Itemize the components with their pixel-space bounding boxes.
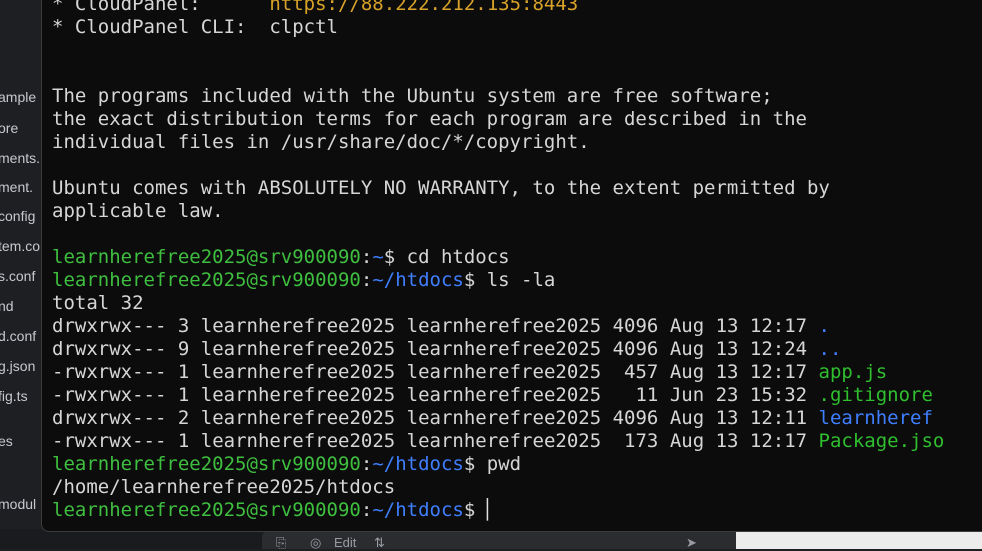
motd-cli-label: * CloudPanel CLI:	[52, 16, 247, 38]
pwd-output: /home/learnherefree2025/htdocs	[52, 476, 396, 498]
ls-entry-name: .	[818, 315, 830, 337]
sidebar-item[interactable]: fig.ts	[0, 388, 28, 404]
sidebar-item[interactable]: ore	[0, 120, 18, 136]
prompt-user: learnherefree2025@srv900090	[52, 453, 361, 475]
command-text: cd htdocs	[406, 246, 510, 268]
ls-entry-name: ..	[818, 338, 842, 360]
ls-row: -rwxrwx--- 1 learnherefree2025 learnhere…	[52, 384, 933, 406]
ls-row: drwxrwx--- 2 learnherefree2025 learnhere…	[52, 407, 933, 429]
motd-warranty-line: applicable law.	[52, 200, 224, 222]
sidebar-item[interactable]: es	[0, 433, 13, 449]
motd-cloudpanel-url: https://88.222.212.135:8443	[269, 0, 579, 15]
ls-entry-name: .gitignore	[818, 384, 933, 406]
text-cursor: ▏	[486, 499, 499, 521]
motd-license-line: individual files in /usr/share/doc/*/cop…	[52, 131, 590, 153]
chat-input-toolbar: ⎘ ◎ Edit ⇅ ➤	[262, 531, 736, 550]
ls-entry-name: learnheref	[818, 407, 933, 429]
prompt-path: ~/htdocs	[372, 453, 464, 475]
ls-row: -rwxrwx--- 1 learnherefree2025 learnhere…	[52, 430, 945, 452]
motd-cli-value: clpctl	[269, 16, 338, 38]
prompt-path: ~/htdocs	[372, 269, 464, 291]
sidebar-item[interactable]: modul	[0, 496, 36, 512]
sidebar-item[interactable]: g.json	[0, 358, 35, 374]
edit-label[interactable]: Edit	[334, 535, 356, 550]
sidebar-item[interactable]: s.conf	[0, 268, 35, 284]
sidebar-item[interactable]: d.conf	[0, 328, 36, 344]
motd-license-line: The programs included with the Ubuntu sy…	[52, 85, 773, 107]
ls-entry-name: Package.jso	[818, 430, 945, 452]
prompt-user: learnherefree2025@srv900090	[52, 269, 361, 291]
prompt-user: learnherefree2025@srv900090	[52, 246, 361, 268]
motd-warranty-line: Ubuntu comes with ABSOLUTELY NO WARRANTY…	[52, 177, 830, 199]
motd-cloudpanel-label: * CloudPanel:	[52, 0, 201, 15]
prompt-user: learnherefree2025@srv900090	[52, 499, 361, 521]
sidebar-item[interactable]: config	[0, 208, 35, 224]
ls-entry-name: app.js	[818, 361, 888, 383]
prompt-path: ~	[372, 246, 384, 268]
right-panel	[736, 529, 982, 549]
sidebar-item[interactable]: ample	[0, 89, 36, 105]
prompt-path: ~/htdocs	[372, 499, 464, 521]
motd-license-line: the exact distribution terms for each pr…	[52, 108, 807, 130]
ls-row: drwxrwx--- 3 learnherefree2025 learnhere…	[52, 315, 830, 337]
ls-total: total 32	[52, 292, 144, 314]
sidebar-item[interactable]: ments.	[0, 150, 40, 166]
sidebar-item[interactable]: ment.	[0, 179, 33, 195]
ls-row: -rwxrwx--- 1 learnherefree2025 learnhere…	[52, 361, 888, 383]
command-text: ls -la	[486, 269, 556, 291]
sidebar-item[interactable]: nd	[0, 298, 14, 314]
terminal-output: * CloudPanel: https://88.222.212.135:844…	[52, 0, 944, 522]
sidebar-item[interactable]: tem.co	[0, 238, 40, 254]
ls-row: drwxrwx--- 9 learnherefree2025 learnhere…	[52, 338, 842, 360]
terminal-window[interactable]: * CloudPanel: https://88.222.212.135:844…	[41, 0, 982, 532]
command-text: pwd	[486, 453, 522, 475]
